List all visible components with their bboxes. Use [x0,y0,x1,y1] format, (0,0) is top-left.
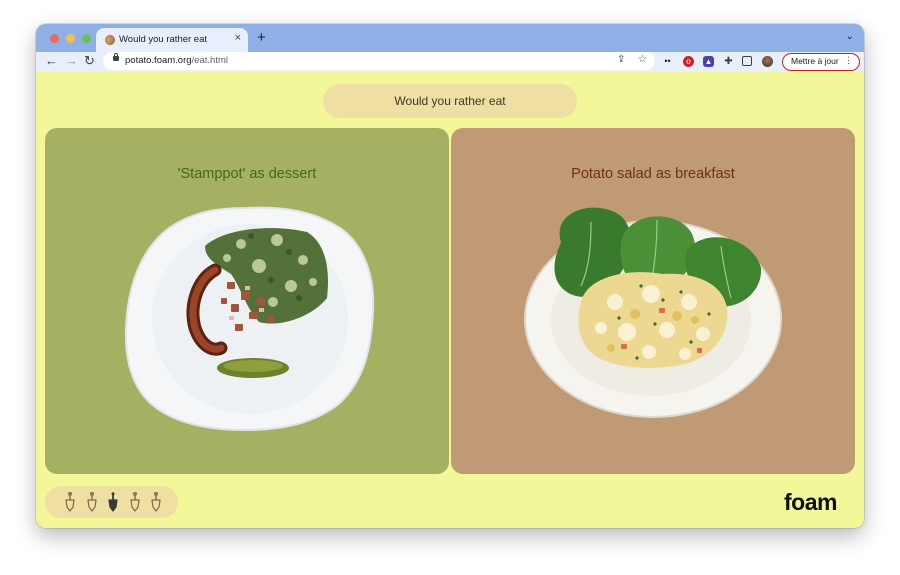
browser-menu-icon[interactable]: ⋮ [844,55,853,66]
tab-search-chevron-icon[interactable]: ⌄ [846,31,854,42]
browser-window: Would you rather eat × + ⌄ ← → ↻ potato.… [36,24,864,528]
extension-badge-icon[interactable]: ▲ [703,56,714,67]
foam-logo[interactable]: foam [784,489,837,516]
update-button[interactable]: Mettre à jour ⋮ [782,53,860,71]
option-title: Potato salad as breakfast [571,166,735,182]
update-label: Mettre à jour [791,56,839,66]
option-card-potato-salad[interactable]: Potato salad as breakfast [451,128,855,474]
potato-salad-plate-image [524,207,782,418]
side-panel-icon[interactable] [742,56,752,66]
shovel-icon[interactable] [128,492,142,512]
close-tab-icon[interactable]: × [235,32,241,44]
profile-avatar[interactable] [762,56,773,67]
option-title: 'Stamppot' as dessert [177,166,317,182]
browser-tab[interactable]: Would you rather eat × [96,28,248,52]
reload-button[interactable]: ↻ [84,53,95,69]
option-card-stamppot[interactable]: 'Stamppot' as dessert [45,128,449,474]
new-tab-button[interactable]: + [257,29,266,46]
shovel-icon[interactable] [149,492,163,512]
zoom-window-button[interactable] [82,34,91,43]
close-window-button[interactable] [50,34,59,43]
minimize-window-button[interactable] [66,34,75,43]
window-controls [50,34,91,43]
shovel-icon-selected[interactable] [106,492,120,512]
forward-button[interactable]: → [65,53,78,68]
address-bar[interactable]: potato.foam.org/eat.html ⇪ ☆ [103,52,655,70]
extensions-puzzle-icon[interactable]: ✚ [723,56,734,67]
back-button[interactable]: ← [45,53,58,68]
browser-toolbar: ← → ↻ potato.foam.org/eat.html ⇪ ☆ •• o … [36,52,864,72]
shovel-icon[interactable] [85,492,99,512]
url-text[interactable]: potato.foam.org/eat.html [125,55,228,66]
lock-icon[interactable] [113,53,119,61]
extension-dots-icon[interactable]: •• [662,56,673,67]
stamppot-plate-image [124,206,375,432]
opera-extension-icon[interactable]: o [683,56,694,67]
url-path: /eat.html [191,55,228,66]
page-content: Would you rather eat 'Stamppot' as desse… [36,72,864,528]
potato-favicon-icon [103,33,117,47]
share-icon[interactable]: ⇪ [617,54,625,65]
rating-bar [45,486,178,518]
shovel-icon[interactable] [63,492,77,512]
question-heading: Would you rather eat [323,84,577,118]
url-host: potato.foam.org [125,55,192,66]
tab-bar: Would you rather eat × + ⌄ [36,24,864,52]
bookmark-star-icon[interactable]: ☆ [638,54,647,65]
tab-title: Would you rather eat [119,34,208,45]
